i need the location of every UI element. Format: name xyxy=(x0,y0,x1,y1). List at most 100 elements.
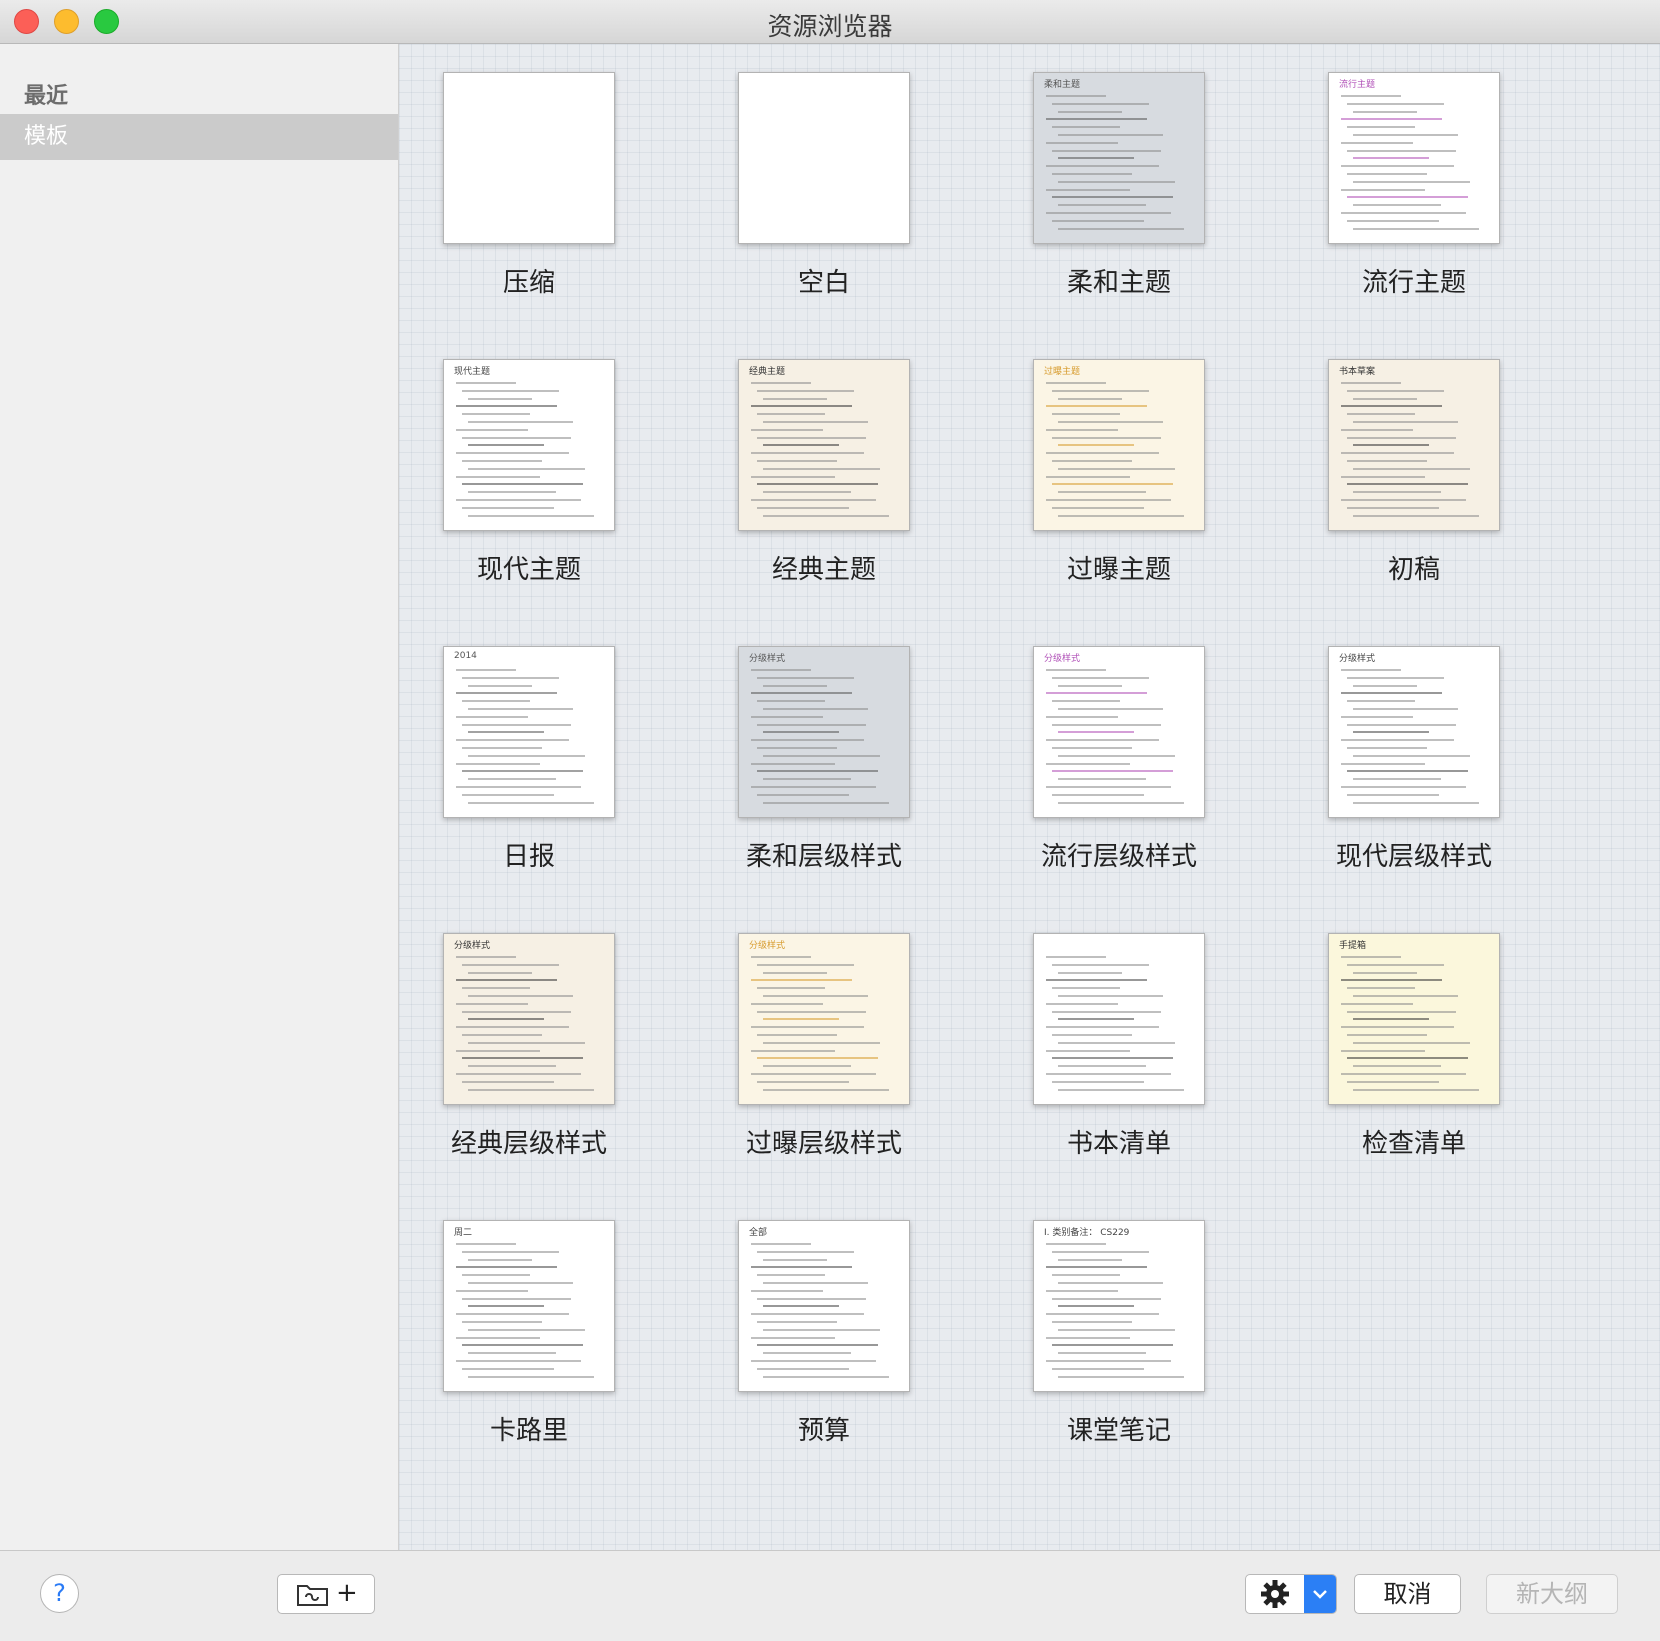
thumbnail-text-line xyxy=(1341,979,1442,982)
thumbnail-text-line xyxy=(1347,1057,1468,1060)
thumbnail-text-line xyxy=(1046,188,1130,191)
chevron-down-icon[interactable] xyxy=(1304,1575,1336,1613)
thumbnail-text-line xyxy=(1341,669,1401,671)
thumbnail-text-line xyxy=(1052,1034,1132,1036)
template-tile[interactable]: 柔和主题 柔和主题 xyxy=(999,44,1239,298)
thumbnail-text-line xyxy=(456,1073,581,1075)
thumbnail-text-line xyxy=(456,452,569,455)
thumbnail-text-line xyxy=(1058,204,1146,207)
thumbnail-text-line xyxy=(1058,1088,1184,1091)
thumbnail-text-line xyxy=(751,499,876,501)
add-folder-button[interactable]: + xyxy=(277,1574,375,1614)
template-tile[interactable]: 周二 卡路里 xyxy=(409,1192,649,1446)
thumbnail-text-line xyxy=(468,467,585,470)
thumbnail-text-line xyxy=(1347,723,1456,726)
template-tile[interactable]: 过曝主题 过曝主题 xyxy=(999,331,1239,585)
thumbnail-text-line xyxy=(1052,1367,1144,1370)
thumbnail-text-line xyxy=(468,1352,556,1355)
thumbnail-text-line xyxy=(751,1266,852,1269)
template-tile[interactable]: 分级样式 流行层级样式 xyxy=(999,618,1239,872)
action-menu-button[interactable] xyxy=(1245,1574,1337,1614)
thumbnail-text-line xyxy=(1347,102,1444,105)
thumbnail-text-line xyxy=(462,1367,554,1370)
template-label: 卡路里 xyxy=(489,1416,568,1446)
template-tile[interactable]: 分级样式 现代层级样式 xyxy=(1294,618,1534,872)
template-tile[interactable]: 分级样式 经典层级样式 xyxy=(409,905,649,1159)
thumbnail-text-line xyxy=(1347,700,1415,703)
thumbnail-text-line xyxy=(462,506,554,509)
template-tile[interactable]: 空白 xyxy=(704,44,944,298)
thumbnail-text-line xyxy=(1341,165,1454,168)
thumbnail-text-line xyxy=(462,1344,583,1347)
template-tile[interactable]: 手提箱 检查清单 xyxy=(1294,905,1534,1159)
template-thumbnail: 过曝主题 xyxy=(1033,359,1205,531)
template-tile[interactable]: 全部 预算 xyxy=(704,1192,944,1446)
thumbnail-text-line xyxy=(1046,1002,1118,1005)
thumbnail-text-line xyxy=(456,692,557,695)
thumbnail-text-line xyxy=(757,723,866,726)
template-thumbnail: 周二 xyxy=(443,1220,615,1392)
thumbnail-heading: 分级样式 xyxy=(1339,654,1376,664)
thumbnail-text-line xyxy=(468,1328,585,1331)
thumbnail-text-line xyxy=(1058,444,1134,447)
thumbnail-text-line xyxy=(763,778,851,781)
thumbnail-text-line xyxy=(1046,692,1147,695)
thumbnail-text-line xyxy=(456,1313,569,1316)
thumbnail-text-line xyxy=(1052,413,1120,416)
thumbnail-text-line xyxy=(1058,801,1184,804)
thumbnail-text-line xyxy=(751,956,811,958)
new-outline-button[interactable]: 新大纲 xyxy=(1486,1574,1618,1614)
thumbnail-text-line xyxy=(1347,1080,1439,1083)
thumbnail-text-line xyxy=(1341,382,1401,384)
thumbnail-text-line xyxy=(456,715,528,718)
thumbnail-text-line xyxy=(1058,1258,1122,1261)
thumbnail-text-line xyxy=(462,723,571,726)
thumbnail-text-line xyxy=(1052,436,1161,439)
template-thumbnail: 现代主题 xyxy=(443,359,615,531)
template-tile[interactable]: 经典主题 经典主题 xyxy=(704,331,944,585)
thumbnail-text-line xyxy=(1341,1026,1454,1029)
template-thumbnail xyxy=(738,72,910,244)
help-button[interactable]: ? xyxy=(40,1574,79,1613)
template-label: 过曝主题 xyxy=(1066,555,1171,585)
thumbnail-text-line xyxy=(1341,95,1401,97)
thumbnail-text-line xyxy=(763,971,827,974)
template-tile[interactable]: 流行主题 流行主题 xyxy=(1294,44,1534,298)
thumbnail-text-line xyxy=(757,483,878,486)
thumbnail-text-line xyxy=(763,995,868,997)
template-tile[interactable]: 书本清单 xyxy=(999,905,1239,1159)
thumbnail-text-line xyxy=(1353,754,1470,757)
thumbnail-text-line xyxy=(1353,971,1417,974)
thumbnail-text-line xyxy=(757,1367,849,1370)
thumbnail-text-line xyxy=(763,1328,880,1331)
thumbnail-text-line xyxy=(462,389,559,392)
template-tile[interactable]: 2014 日报 xyxy=(409,618,649,872)
template-tile[interactable]: 压缩 xyxy=(409,44,649,298)
thumbnail-text-line xyxy=(1046,762,1130,765)
thumbnail-text-line xyxy=(751,452,864,455)
thumbnail-text-line xyxy=(1347,173,1427,175)
thumbnail-text-line xyxy=(1046,956,1106,958)
template-tile[interactable]: 书本草案 初稿 xyxy=(1294,331,1534,585)
thumbnail-text-line xyxy=(456,1360,581,1362)
bottom-toolbar: ? + 取消 新大纲 xyxy=(0,1550,1660,1641)
thumbnail-text-line xyxy=(763,444,839,447)
thumbnail-text-line xyxy=(1046,118,1147,121)
thumbnail-text-line xyxy=(757,413,825,416)
template-tile[interactable]: 分级样式 过曝层级样式 xyxy=(704,905,944,1159)
cancel-button[interactable]: 取消 xyxy=(1354,1574,1461,1614)
thumbnail-text-line xyxy=(763,801,889,804)
thumbnail-text-line xyxy=(751,1002,823,1005)
thumbnail-text-line xyxy=(1046,452,1159,455)
thumbnail-text-line xyxy=(468,1258,532,1261)
thumbnail-text-line xyxy=(1046,475,1130,478)
thumbnail-text-line xyxy=(751,1336,835,1339)
template-tile[interactable]: I. 类别备注： CS229 课堂笔记 xyxy=(999,1192,1239,1446)
thumbnail-text-line xyxy=(1046,428,1118,431)
sidebar-item-templates[interactable]: 模板 xyxy=(0,114,398,160)
thumbnail-text-line xyxy=(1046,1073,1171,1075)
thumbnail-text-line xyxy=(462,460,542,462)
template-tile[interactable]: 分级样式 柔和层级样式 xyxy=(704,618,944,872)
template-tile[interactable]: 现代主题 现代主题 xyxy=(409,331,649,585)
thumbnail-text-line xyxy=(1341,405,1442,408)
